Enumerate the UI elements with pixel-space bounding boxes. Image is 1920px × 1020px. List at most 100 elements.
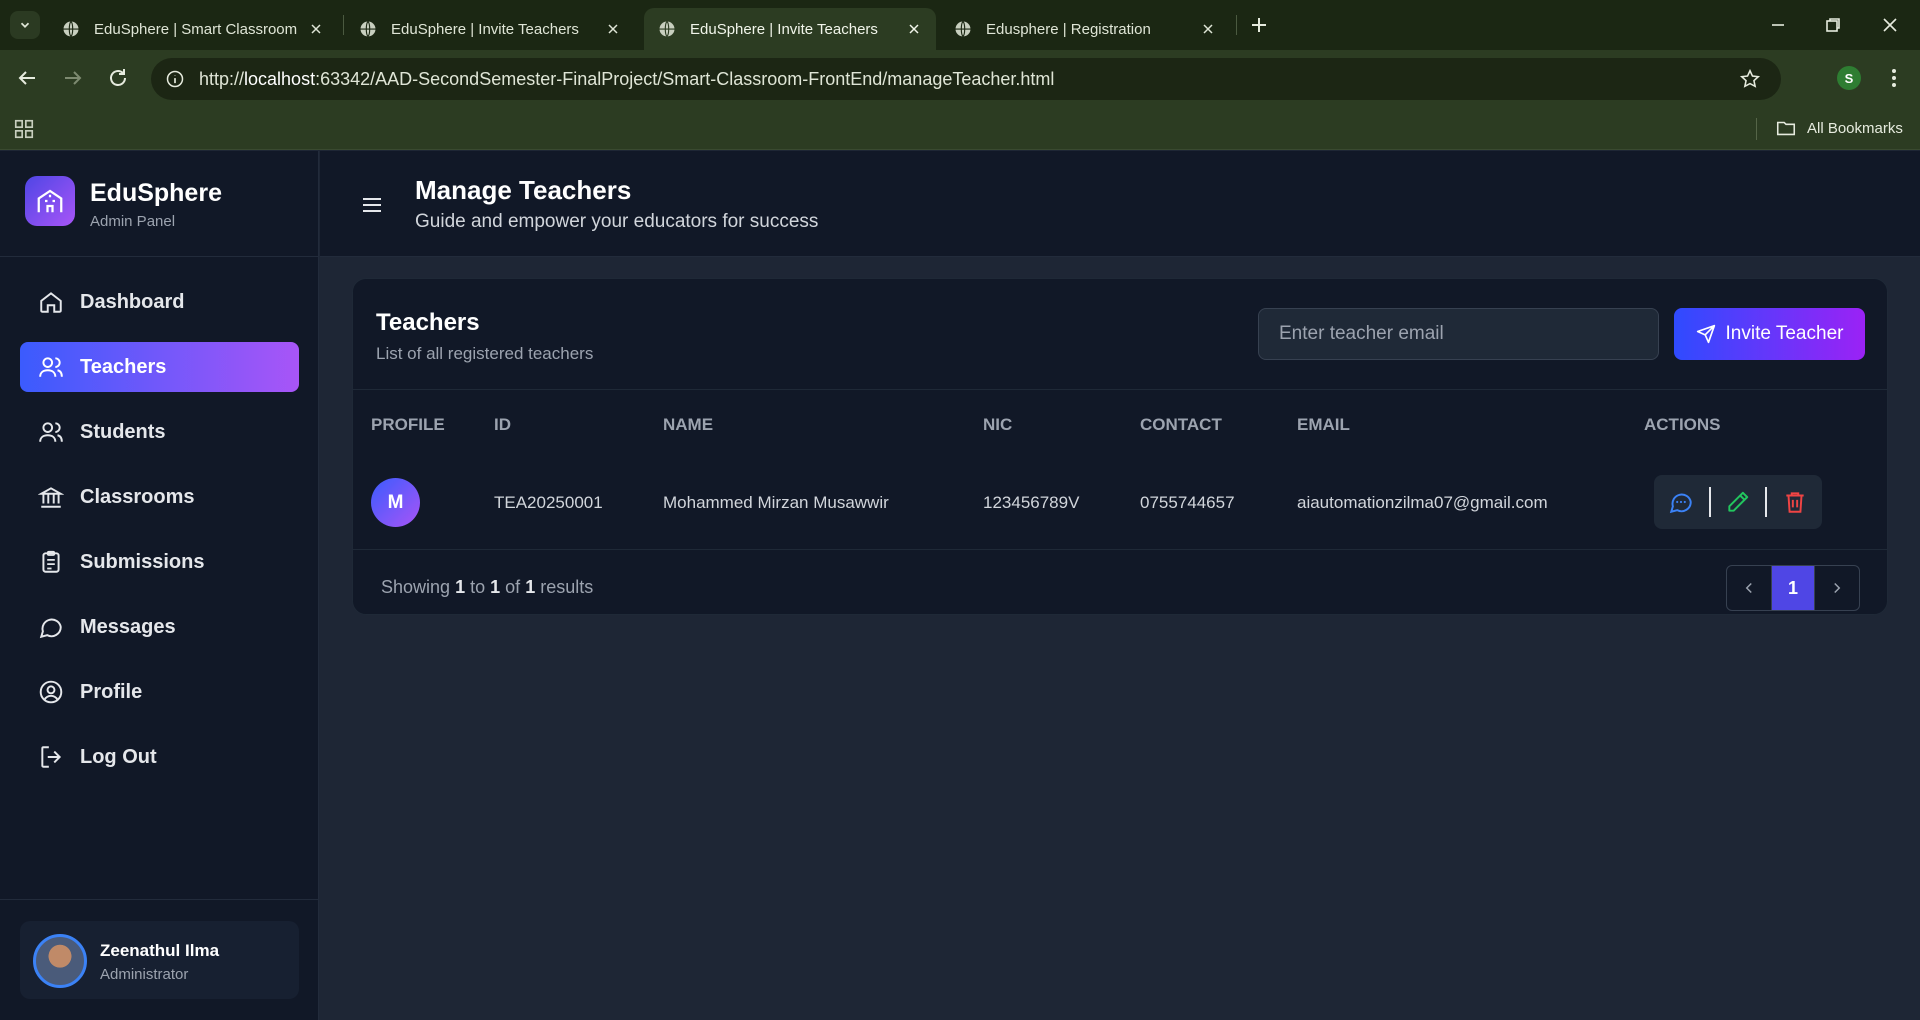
browser-tab-2[interactable]: EduSphere | Invite Teachers [345,8,635,50]
globe-icon [659,21,675,37]
browser-tab-1[interactable]: EduSphere | Smart Classroom [48,8,338,50]
message-dots-icon [1670,493,1693,514]
user-circle-icon [39,680,63,704]
chevron-right-icon [1834,582,1841,594]
card-divider [353,389,1887,390]
sidebar: EduSphere Admin Panel Dashboard Teachers… [0,151,319,1020]
column-header-profile: PROFILE [371,415,445,434]
message-circle-icon [39,618,62,639]
sidebar-item-students[interactable]: Students [20,407,299,457]
tab-divider [1236,15,1237,35]
home-icon [40,292,62,313]
teacher-id: TEA20250001 [494,493,603,512]
url-text: http://localhost:63342/AAD-SecondSemeste… [199,68,1055,89]
tab-title: Edusphere | Registration [986,20,1151,38]
sidebar-item-teachers[interactable]: Teachers [20,342,299,392]
chevron-left-icon [1745,582,1752,594]
brand-header: EduSphere Admin Panel [0,151,318,257]
page-subtitle: Guide and empower your educators for suc… [415,211,819,232]
all-bookmarks-button[interactable]: All Bookmarks [1775,117,1903,139]
bank-icon [38,487,64,508]
column-header-contact: CONTACT [1140,415,1222,434]
user-name: Zeenathul Ilma [100,941,220,960]
close-icon[interactable] [906,21,922,37]
sidebar-item-label: Classrooms [80,485,195,508]
globe-icon [360,21,376,37]
page-title: Manage Teachers [415,175,632,205]
teacher-name: Mohammed Mirzan Musawwir [663,493,889,512]
tab-search-button[interactable] [10,11,40,39]
clipboard-icon [42,550,60,573]
close-icon[interactable] [308,21,324,37]
browser-tab-bar: EduSphere | Smart Classroom EduSphere | … [0,0,1920,50]
new-tab-icon[interactable] [1247,13,1271,37]
window-close-icon[interactable] [1878,13,1902,37]
column-header-id: ID [494,415,511,434]
sidebar-item-dashboard[interactable]: Dashboard [20,277,299,327]
users-icon [39,357,63,377]
row-actions [1654,475,1822,529]
sidebar-item-label: Messages [80,615,176,638]
trash-icon [1785,492,1804,513]
user-role: Administrator [100,966,189,983]
restore-icon[interactable] [1821,13,1845,37]
back-arrow-icon[interactable] [15,66,39,90]
teacher-email: aiautomationzilma07@gmail.com [1297,493,1548,512]
message-teacher-button[interactable] [1654,475,1709,529]
sidebar-item-logout[interactable]: Log Out [20,732,299,782]
menu-icon[interactable] [360,193,384,217]
user-card[interactable]: Zeenathul Ilma Administrator [20,921,299,999]
address-bar[interactable]: http://localhost:63342/AAD-SecondSemeste… [151,58,1781,100]
edit-teacher-button[interactable] [1711,475,1766,529]
close-icon[interactable] [1200,21,1216,37]
site-info-icon[interactable] [165,69,185,89]
sidebar-item-profile[interactable]: Profile [20,667,299,717]
apps-grid-icon[interactable] [13,118,35,140]
column-header-actions: ACTIONS [1644,415,1721,434]
invite-teacher-button[interactable]: Invite Teacher [1674,308,1865,360]
sidebar-item-label: Log Out [80,745,157,768]
tab-title: EduSphere | Invite Teachers [391,20,579,38]
teachers-card: Teachers List of all registered teachers… [352,278,1888,615]
browser-profile-avatar[interactable]: S [1837,66,1861,90]
previous-page-button[interactable] [1727,566,1771,610]
forward-arrow-icon[interactable] [61,66,85,90]
tab-divider [343,15,344,35]
chevron-down-icon [20,22,30,28]
sidebar-item-label: Students [80,420,166,443]
sidebar-item-classrooms[interactable]: Classrooms [20,472,299,522]
school-logo-icon [25,176,75,226]
teacher-email-input[interactable] [1258,308,1659,360]
column-header-nic: NIC [983,415,1013,434]
pencil-icon [1728,491,1749,512]
sidebar-item-label: Dashboard [80,290,185,313]
row-divider [353,549,1887,550]
tab-title: EduSphere | Invite Teachers [690,20,878,38]
close-icon[interactable] [605,21,621,37]
page-header: Manage Teachers Guide and empower your e… [320,151,1920,257]
browser-tab-active[interactable]: EduSphere | Invite Teachers [644,8,936,50]
more-vertical-icon[interactable] [1882,66,1906,90]
sidebar-divider [0,899,318,900]
users-icon [39,422,63,442]
sidebar-item-label: Profile [80,680,143,703]
sidebar-item-submissions[interactable]: Submissions [20,537,299,587]
sidebar-item-messages[interactable]: Messages [20,602,299,652]
browser-tab-4[interactable]: Edusphere | Registration [940,8,1230,50]
bookmarks-bar: All Bookmarks [0,108,1920,150]
globe-icon [955,21,971,37]
brand-subtitle: Admin Panel [90,213,176,230]
column-header-name: NAME [663,415,714,434]
sidebar-item-label: Submissions [80,550,205,573]
globe-icon [63,21,79,37]
minimize-icon[interactable] [1766,13,1790,37]
page-number-button[interactable]: 1 [1771,566,1815,610]
all-bookmarks-label: All Bookmarks [1807,119,1903,137]
delete-teacher-button[interactable] [1767,475,1822,529]
bookmark-star-icon[interactable] [1739,68,1761,90]
column-header-email: EMAIL [1297,415,1350,434]
invite-teacher-label: Invite Teacher [1725,323,1844,344]
reload-icon[interactable] [106,66,130,90]
sidebar-item-label: Teachers [80,355,167,378]
next-page-button[interactable] [1815,566,1859,610]
